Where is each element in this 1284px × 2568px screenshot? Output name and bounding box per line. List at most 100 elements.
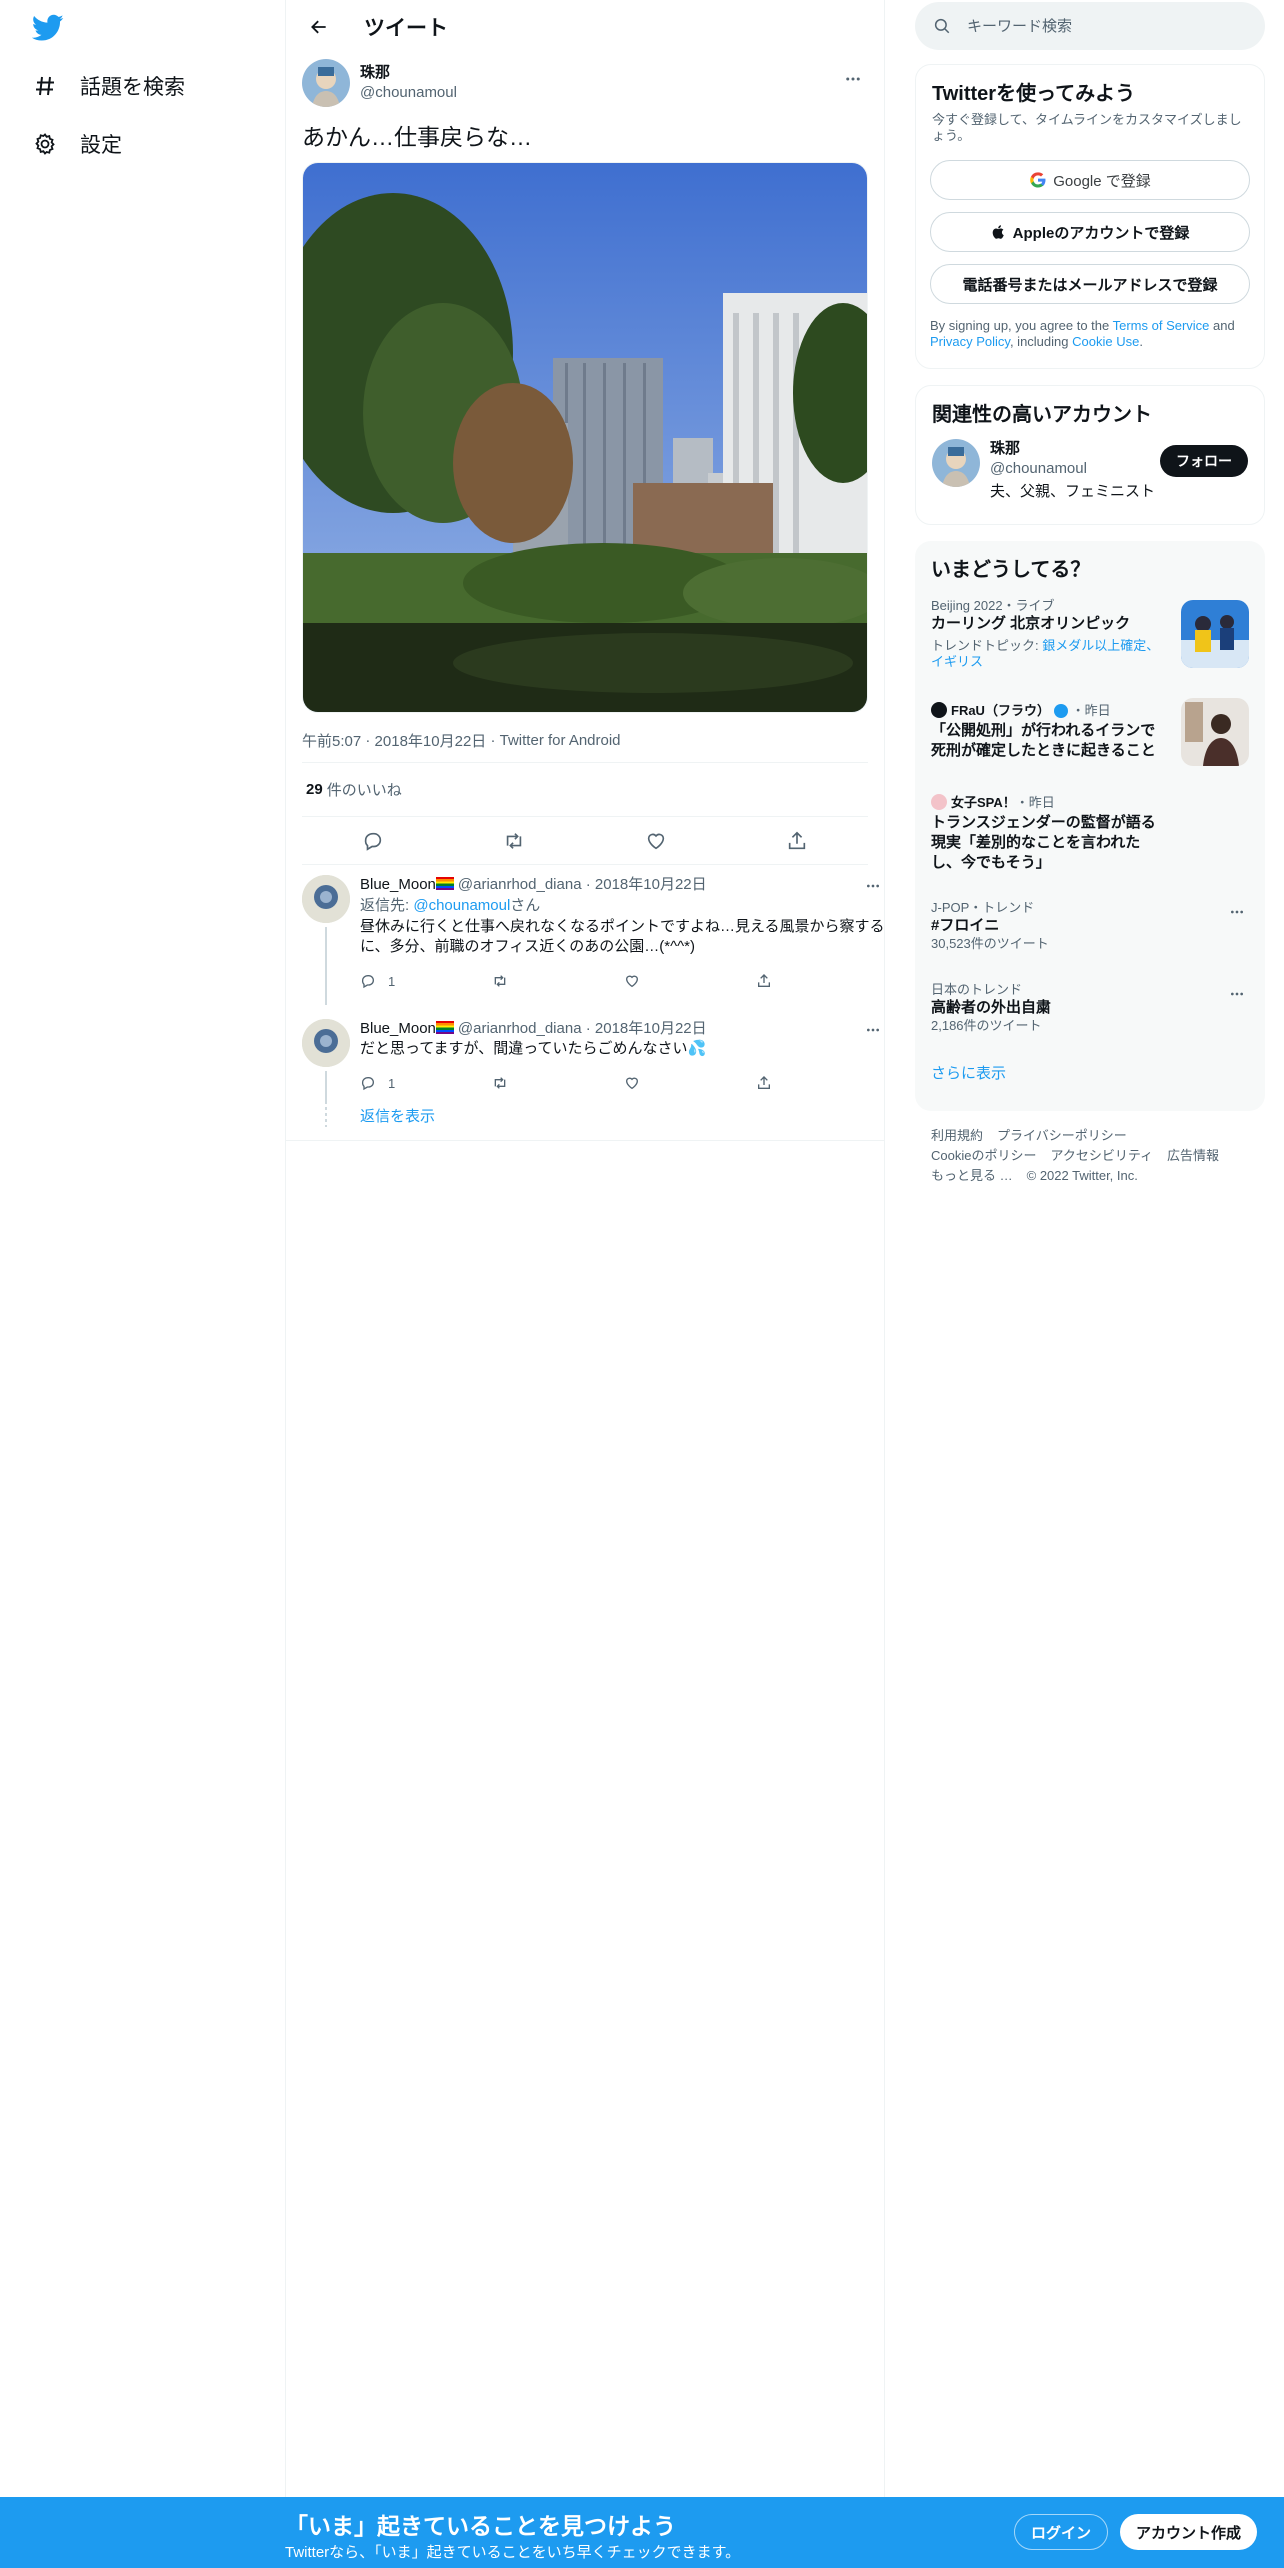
show-replies-link[interactable]: 返信を表示 (360, 1108, 435, 1125)
reply-actions: 1 (360, 1065, 888, 1101)
reply-avatar[interactable] (302, 1019, 350, 1067)
tweet-time[interactable]: 午前5:07 (302, 730, 361, 751)
news-source-icon (931, 794, 947, 810)
more-icon (867, 1028, 879, 1032)
trends-show-more: さらに表示 (915, 1062, 1265, 1083)
tweet-date[interactable]: 2018年10月22日 (375, 730, 487, 751)
trend-item[interactable]: 日本のトレンド 高齢者の外出自粛 2,186件のツイート (915, 982, 1265, 1062)
reply-reply-button[interactable]: 1 (360, 973, 492, 989)
search-icon (934, 18, 950, 34)
main-tweet: 珠那 @chounamoul あかん…仕事戻らな… 午前5:07 · 2018年… (286, 54, 884, 865)
footer-link-more[interactable]: もっと見る … (931, 1166, 1013, 1186)
reply-avatar[interactable] (302, 875, 350, 923)
reply-tweet[interactable]: Blue_Moon @arianrhod_diana · 2018年10月22日 … (286, 865, 885, 1005)
show-more-link[interactable]: さらに表示 (931, 1065, 1006, 1082)
reply-reply-button[interactable]: 1 (360, 1075, 492, 1091)
footer-link-ads[interactable]: 広告情報 (1167, 1146, 1219, 1166)
tweet-photo[interactable] (302, 162, 868, 713)
reply-date[interactable]: 2018年10月22日 (595, 1020, 707, 1037)
reply-button[interactable] (355, 823, 391, 859)
author-avatar[interactable] (302, 59, 350, 107)
likes-row[interactable]: 29 件のいいね (302, 763, 868, 817)
twitter-logo-icon[interactable] (31, 14, 64, 46)
reply-author-handle[interactable]: @arianrhod_diana (458, 1020, 582, 1037)
login-button[interactable]: ログイン (1014, 2514, 1109, 2550)
trend-item[interactable]: 女子SPA！・昨日 トランスジェンダーの監督が語る現実「差別的なことを言われたし… (915, 794, 1265, 900)
cookie-use-link[interactable]: Cookie Use (1072, 334, 1139, 349)
reply-text: だと思ってますが、間違っていたらごめんなさい💦 (360, 1040, 707, 1057)
tweet-more-button[interactable] (838, 64, 868, 94)
trend-more-button[interactable] (1225, 982, 1249, 1006)
nav-explore[interactable]: 話題を検索 (32, 62, 185, 110)
reply-retweet-button[interactable] (492, 973, 624, 989)
author-handle[interactable]: @chounamoul (360, 83, 457, 103)
search-box[interactable] (915, 2, 1265, 50)
like-label: 件のいいね (326, 782, 402, 799)
share-icon (758, 1076, 770, 1089)
tweet-source[interactable]: Twitter for Android (500, 732, 621, 749)
nav-settings[interactable]: 設定 (32, 120, 122, 168)
reply-more-button[interactable] (858, 871, 888, 901)
phone-email-signup-button[interactable]: 電話番号またはメールアドレスで登録 (930, 264, 1250, 304)
trend-source-row: 女子SPA！・昨日 (931, 794, 1249, 811)
related-name[interactable]: 珠那 (990, 439, 1155, 459)
reply-author-name[interactable]: Blue_Moon (360, 1020, 436, 1037)
tweet-meta: 午前5:07 · 2018年10月22日 · Twitter for Andro… (302, 729, 868, 763)
page-header: ツイート (286, 0, 884, 54)
trend-more-button[interactable] (1225, 900, 1249, 924)
tweet-actions (302, 817, 868, 865)
trends-title: いまどうしてる？ (931, 559, 1091, 581)
trend-name: 「公開処刑」が行われるイランで死刑が確定したときに起きること (931, 722, 1156, 759)
footer-link-privacy[interactable]: プライバシーポリシー (997, 1126, 1127, 1146)
reply-like-button[interactable] (624, 973, 756, 989)
reply-tweet[interactable]: Blue_Moon @arianrhod_diana · 2018年10月22日 … (286, 999, 884, 1101)
create-account-button[interactable]: アカウント作成 (1120, 2514, 1258, 2550)
trend-category: 日本のトレンド (931, 982, 1023, 997)
share-button[interactable] (779, 823, 815, 859)
trend-item[interactable]: J-POP・トレンド #フロイニ 30,523件のツイート (915, 900, 1265, 982)
footer-link-cookie[interactable]: Cookieのポリシー (931, 1146, 1036, 1166)
trends-card: いまどうしてる？ Beijing 2022・ライブ カーリング 北京オリンピック… (915, 541, 1265, 1111)
related-handle[interactable]: @chounamoul (990, 459, 1155, 479)
reply-to-handle[interactable]: @chounamoul (413, 897, 510, 914)
footer-link-terms[interactable]: 利用規約 (931, 1126, 983, 1146)
retweet-icon (494, 975, 506, 987)
reply-more-button[interactable] (858, 1015, 888, 1045)
like-button[interactable] (638, 823, 674, 859)
retweet-button[interactable] (496, 823, 532, 859)
reply-author-handle[interactable]: @arianrhod_diana (458, 876, 582, 893)
reply-share-button[interactable] (756, 1075, 888, 1091)
gear-icon (32, 131, 58, 157)
trend-item[interactable]: FRaU（フラウ） ・昨日 「公開処刑」が行われるイランで死刑が確定したときに起… (915, 698, 1265, 794)
verified-icon (1053, 704, 1068, 718)
nav-explore-label: 話題を検索 (80, 76, 185, 99)
footer-links: 利用規約 プライバシーポリシー Cookieのポリシー アクセシビリティ 広告情報 も… (931, 1126, 1251, 1186)
signup-title: Twitterを使ってみよう (932, 83, 1136, 105)
trend-count: 2,186件のツイート (931, 1018, 1042, 1033)
follow-button[interactable]: フォロー (1160, 445, 1248, 477)
reply-date[interactable]: 2018年10月22日 (595, 876, 707, 893)
signup-card: Twitterを使ってみよう 今すぐ登録して、タイムラインをカスタマイズしましょ… (915, 64, 1265, 369)
author-name[interactable]: 珠那 (360, 63, 457, 83)
reply-like-button[interactable] (624, 1075, 756, 1091)
rainbow-flag-icon (435, 877, 454, 890)
signup-subtitle: 今すぐ登録して、タイムラインをカスタマイズしましょう。 (932, 112, 1242, 143)
reply-author-name[interactable]: Blue_Moon (360, 876, 436, 893)
trend-item[interactable]: Beijing 2022・ライブ カーリング 北京オリンピック トレンドトピック… (915, 598, 1265, 702)
bottom-signup-bar: 「いま」起きていることを見つけよう Twitterなら、「いま」起きていることを… (0, 2497, 1284, 2568)
trend-name: トランスジェンダーの監督が語る現実「差別的なことを言われたし、今でもそう」 (931, 814, 1156, 871)
search-input[interactable] (967, 17, 1227, 35)
back-button[interactable] (302, 10, 336, 44)
privacy-policy-link[interactable]: Privacy Policy (930, 334, 1010, 349)
related-avatar[interactable] (932, 439, 980, 487)
reply-to: 返信先: @chounamoulさん (360, 897, 541, 914)
reply-retweet-button[interactable] (492, 1075, 624, 1091)
trend-name: #フロイニ (931, 917, 1000, 934)
terms-of-service-link[interactable]: Terms of Service (1113, 318, 1210, 333)
reply-text: 昼休みに行くと仕事へ戻れなくなるポイントですよね…見える風景から察するに、多分、… (360, 918, 885, 955)
related-account[interactable]: 珠那 @chounamoul 夫、父親、フェミニスト フォロー (916, 427, 1264, 515)
google-signup-button[interactable]: Google で登録 (930, 160, 1250, 200)
reply-share-button[interactable] (756, 973, 888, 989)
apple-signup-button[interactable]: Appleのアカウントで登録 (930, 212, 1250, 252)
footer-link-accessibility[interactable]: アクセシビリティ (1050, 1146, 1153, 1166)
